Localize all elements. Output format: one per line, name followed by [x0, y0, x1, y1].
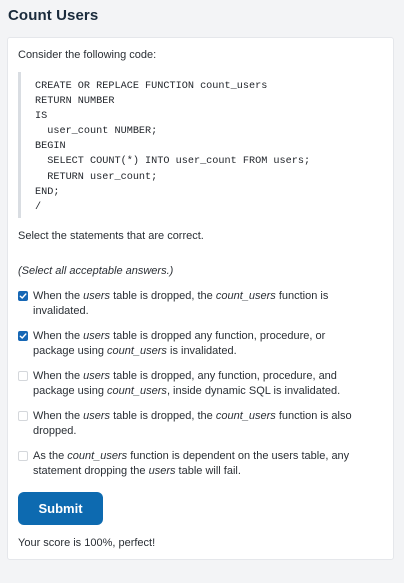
code-line: /: [35, 201, 42, 213]
option-text-segment: As the: [33, 450, 68, 462]
question-card: Consider the following code: CREATE OR R…: [7, 37, 394, 560]
option-checkbox[interactable]: [18, 451, 28, 461]
option-text-emphasis: count_users: [215, 290, 276, 302]
page-title: Count Users: [8, 7, 99, 24]
option-text-segment: , inside dynamic SQL is invalidated.: [166, 385, 341, 398]
answer-option-3[interactable]: When the users table is dropped, any fun…: [18, 369, 368, 399]
option-text-emphasis: users: [83, 410, 111, 422]
option-checkbox[interactable]: [18, 411, 28, 421]
option-text-emphasis: count_users: [107, 385, 167, 398]
option-text-segment: When the: [33, 410, 84, 422]
option-text-segment: When the: [33, 370, 84, 382]
question-instruction: Select the statements that are correct.: [18, 230, 204, 242]
answer-option-4[interactable]: When the users table is dropped, the cou…: [18, 409, 368, 439]
answer-option-1[interactable]: When the users table is dropped, the cou…: [18, 289, 368, 319]
option-text-segment: is invalidated.: [166, 345, 237, 358]
question-prompt: Consider the following code:: [18, 49, 157, 61]
option-text-emphasis: users: [83, 370, 111, 382]
option-text: When the users table is dropped, the cou…: [18, 409, 368, 439]
answer-option-2[interactable]: When the users table is dropped any func…: [18, 329, 368, 359]
option-text: When the users table is dropped, the cou…: [18, 289, 368, 319]
score-message: Your score is 100%, perfect!: [18, 537, 156, 549]
check-icon: [19, 333, 27, 339]
code-line: BEGIN: [35, 141, 66, 153]
question-hint: (Select all acceptable answers.): [18, 265, 174, 277]
option-checkbox[interactable]: [18, 371, 28, 381]
code-line: IS: [35, 111, 48, 123]
option-text-segment: When the: [33, 290, 84, 302]
option-text: When the users table is dropped any func…: [18, 329, 368, 359]
option-text: When the users table is dropped, any fun…: [18, 369, 368, 399]
option-text-emphasis: count_users: [107, 345, 167, 358]
option-checkbox[interactable]: [18, 331, 28, 341]
code-line: CREATE OR REPLACE FUNCTION count_users: [35, 81, 268, 92]
option-text-segment: table is dropped, the: [110, 410, 216, 422]
option-checkbox[interactable]: [18, 291, 28, 301]
code-block: CREATE OR REPLACE FUNCTION count_users R…: [18, 72, 384, 218]
code-line: RETURN user_count;: [35, 171, 158, 183]
code-line: END;: [35, 186, 60, 198]
check-icon: [19, 293, 27, 299]
option-text: As the count_users function is dependent…: [18, 449, 368, 479]
submit-button[interactable]: Submit: [18, 492, 103, 525]
option-text-emphasis: users: [148, 465, 176, 478]
answer-option-5[interactable]: As the count_users function is dependent…: [18, 449, 368, 479]
option-text-emphasis: users: [83, 290, 111, 302]
code-line: RETURN NUMBER: [35, 96, 115, 108]
code-line: user_count NUMBER;: [35, 126, 158, 138]
option-text-emphasis: count_users: [67, 450, 128, 462]
option-text-segment: table is dropped, the: [110, 290, 216, 302]
code-line: SELECT COUNT(*) INTO user_count FROM use…: [35, 156, 311, 168]
option-text-segment: table will fail.: [175, 465, 241, 478]
option-text-emphasis: users: [83, 330, 111, 342]
option-text-segment: When the: [33, 330, 84, 342]
option-text-emphasis: count_users: [215, 410, 276, 422]
